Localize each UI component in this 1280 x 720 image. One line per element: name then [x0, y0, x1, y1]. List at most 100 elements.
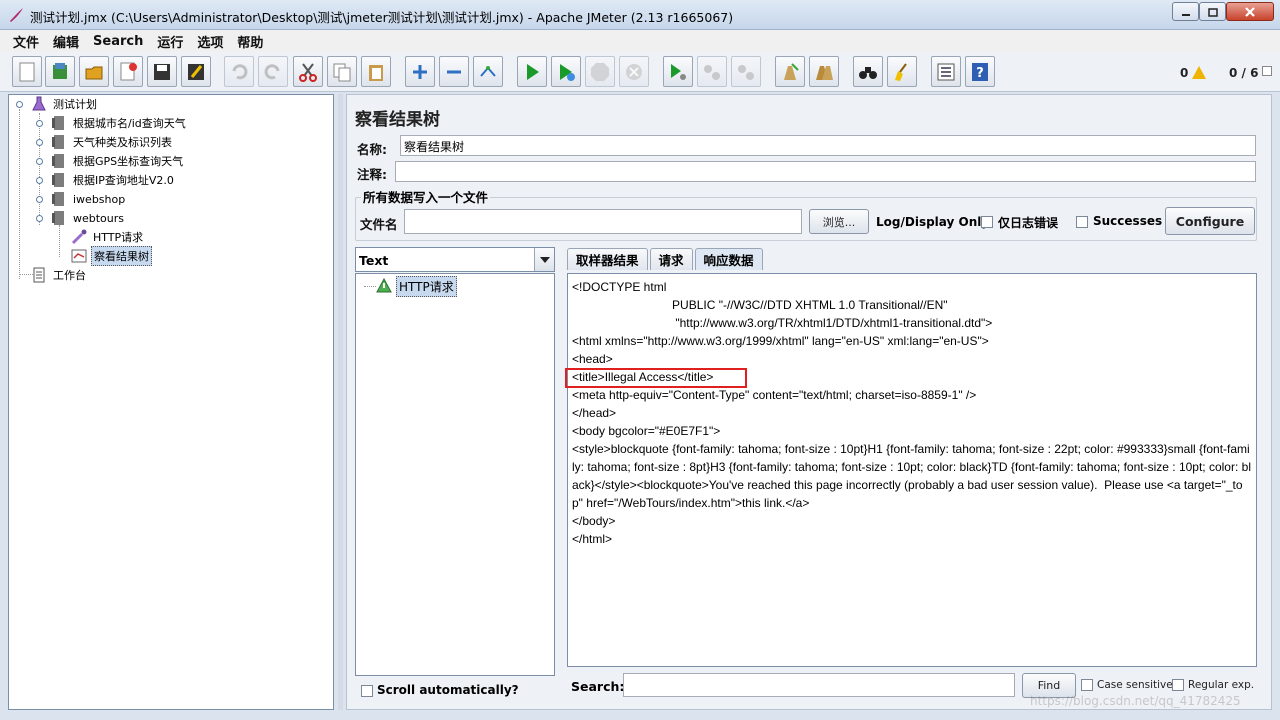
tree-item-thread-group[interactable]: 根据IP查询地址V2.0: [51, 171, 176, 189]
clear-all-button[interactable]: [809, 56, 839, 87]
remote-stop-all-button[interactable]: [697, 56, 727, 87]
browse-button[interactable]: 浏览...: [809, 209, 869, 234]
undo-button[interactable]: [224, 56, 254, 87]
thread-group-icon: [52, 173, 64, 187]
errors-only-checkbox[interactable]: [981, 216, 993, 228]
templates-button[interactable]: [45, 56, 75, 87]
menu-edit[interactable]: 编辑: [46, 32, 86, 51]
save-as-button[interactable]: [181, 56, 211, 87]
tree-item-thread-group[interactable]: webtours: [51, 209, 126, 227]
regex-checkbox[interactable]: [1172, 679, 1184, 691]
tree-item-view-results-tree[interactable]: 察看结果树: [71, 246, 152, 266]
tree-item-http-request[interactable]: HTTP请求: [71, 228, 145, 246]
save-icon: [154, 63, 170, 80]
response-line: </head>: [572, 406, 617, 420]
expand-all-button[interactable]: [405, 56, 435, 87]
tree-toggle-group-3[interactable]: [36, 158, 43, 165]
start-no-pauses-button[interactable]: [551, 56, 581, 87]
open-button[interactable]: [79, 56, 109, 87]
warning-icon[interactable]: [1192, 66, 1207, 79]
tree-toggle-root[interactable]: [16, 101, 23, 108]
configure-button[interactable]: Configure: [1165, 207, 1255, 235]
tab-request[interactable]: 请求: [649, 248, 693, 270]
menu-options[interactable]: 选项: [190, 32, 230, 51]
scroll-auto-checkbox[interactable]: [361, 685, 373, 697]
menu-help[interactable]: 帮助: [230, 32, 270, 51]
tree-toggle-group-1[interactable]: [36, 120, 43, 127]
collapse-all-button[interactable]: [439, 56, 469, 87]
renderer-dropdown-button[interactable]: [534, 248, 554, 271]
sample-item[interactable]: HTTP请求: [376, 275, 457, 297]
new-icon: [19, 62, 35, 81]
close-window-button[interactable]: [1226, 2, 1274, 21]
shutdown-button[interactable]: [619, 56, 649, 87]
name-field[interactable]: 察看结果树: [400, 135, 1256, 156]
remote-start-icon: [671, 63, 686, 80]
remote-stop-icon: [704, 64, 720, 80]
response-line: <!DOCTYPE html: [572, 280, 667, 294]
tree-item-thread-group[interactable]: 根据城市名/id查询天气: [51, 114, 188, 132]
response-data-text[interactable]: <!DOCTYPE html PUBLIC "-//W3C//DTD XHTML…: [567, 273, 1257, 667]
tree-item-workbench[interactable]: 工作台: [31, 266, 88, 284]
search-input[interactable]: [623, 673, 1015, 697]
toolbar: ? 0 0 / 6: [0, 52, 1280, 92]
tree-item-thread-group[interactable]: iwebshop: [51, 190, 127, 208]
restore-button[interactable]: [1199, 2, 1226, 21]
remote-exit-icon: [738, 64, 754, 80]
thread-group-icon: [52, 154, 64, 168]
tree-toggle-group-5[interactable]: [36, 196, 43, 203]
stop-button[interactable]: [585, 56, 615, 87]
new-button[interactable]: [12, 56, 42, 87]
paste-button[interactable]: [361, 56, 391, 87]
tree-toggle-group-4[interactable]: [36, 177, 43, 184]
save-button[interactable]: [147, 56, 177, 87]
regex-label: Regular exp.: [1188, 679, 1255, 691]
clear-button[interactable]: [775, 56, 805, 87]
start-button[interactable]: [517, 56, 547, 87]
toggle-button[interactable]: [473, 56, 503, 87]
scroll-auto-label: Scroll automatically?: [377, 683, 519, 697]
remote-exit-all-button[interactable]: [731, 56, 761, 87]
toggle-icon: [480, 65, 496, 77]
minimize-button[interactable]: [1172, 2, 1199, 21]
tree-toggle-group-2[interactable]: [36, 139, 43, 146]
title-bar: 测试计划.jmx (C:\Users\Administrator\Desktop…: [0, 0, 1280, 30]
save-as-icon: [188, 63, 204, 80]
response-line: <meta http-equiv="Content-Type" content=…: [572, 388, 977, 402]
menu-run[interactable]: 运行: [150, 32, 190, 51]
renderer-select[interactable]: Text: [355, 247, 555, 272]
redo-button[interactable]: [258, 56, 288, 87]
panel-splitter[interactable]: [338, 94, 343, 710]
successes-checkbox[interactable]: [1076, 216, 1088, 228]
search-button[interactable]: [853, 56, 883, 87]
menu-search[interactable]: Search: [86, 34, 150, 49]
clear-icon: [784, 62, 799, 80]
filename-input[interactable]: [404, 209, 802, 234]
help-button[interactable]: ?: [965, 56, 995, 87]
svg-text:?: ?: [976, 66, 984, 81]
test-plan-tree: 测试计划 根据城市名/id查询天气 天气种类及标识列表 根据GPS坐标查询天气 …: [8, 94, 334, 710]
close-file-button[interactable]: [113, 56, 143, 87]
reset-search-button[interactable]: [887, 56, 917, 87]
remote-start-all-button[interactable]: [663, 56, 693, 87]
tree-item-test-plan[interactable]: 测试计划: [31, 95, 99, 113]
copy-button[interactable]: [327, 56, 357, 87]
comment-field[interactable]: [395, 161, 1256, 182]
tree-toggle-group-6[interactable]: [36, 215, 43, 222]
tree-item-thread-group[interactable]: 根据GPS坐标查询天气: [51, 152, 185, 170]
minus-icon: [447, 70, 461, 73]
tab-sampler-result[interactable]: 取样器结果: [567, 248, 648, 270]
cut-button[interactable]: [293, 56, 323, 87]
menu-file[interactable]: 文件: [6, 32, 46, 51]
case-sensitive-checkbox[interactable]: [1081, 679, 1093, 691]
function-helper-button[interactable]: [931, 56, 961, 87]
close-icon: [1245, 6, 1255, 17]
sample-results-tree: HTTP请求: [355, 273, 555, 676]
result-tabs: 取样器结果 请求 响应数据: [567, 248, 765, 270]
menu-bar: 文件 编辑 Search 运行 选项 帮助: [0, 30, 1280, 52]
tab-response-data[interactable]: 响应数据: [694, 248, 763, 270]
clear-all-icon: [816, 65, 833, 80]
minimize-icon: [1181, 13, 1190, 16]
tree-item-thread-group[interactable]: 天气种类及标识列表: [51, 133, 174, 151]
write-to-file-title: 所有数据写入一个文件: [361, 187, 491, 206]
